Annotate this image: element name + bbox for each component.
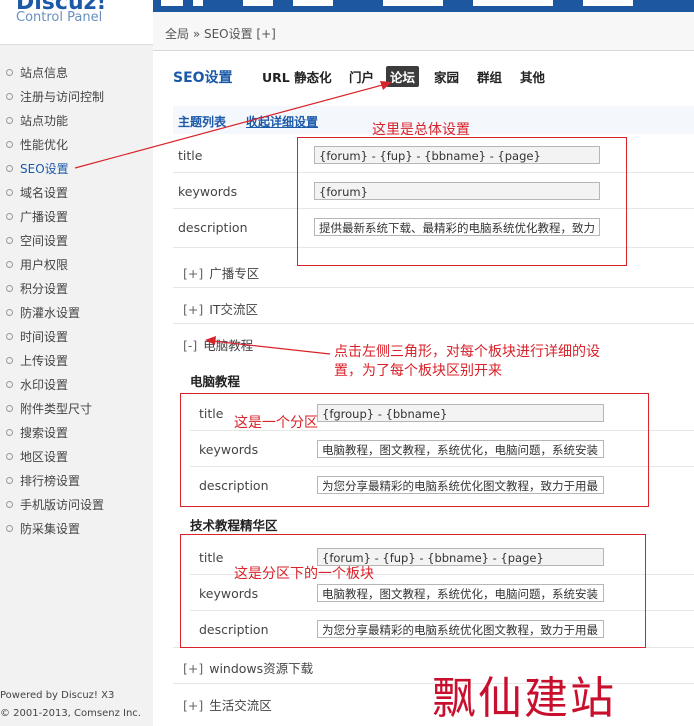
watermark: 飘仙建站 (432, 673, 616, 724)
annotation-arrows (74, 81, 392, 355)
arrow-to-toggle (211, 340, 331, 355)
arrow-to-forum-tab (74, 83, 387, 169)
arrowhead (205, 336, 216, 345)
arrowhead (380, 81, 392, 90)
